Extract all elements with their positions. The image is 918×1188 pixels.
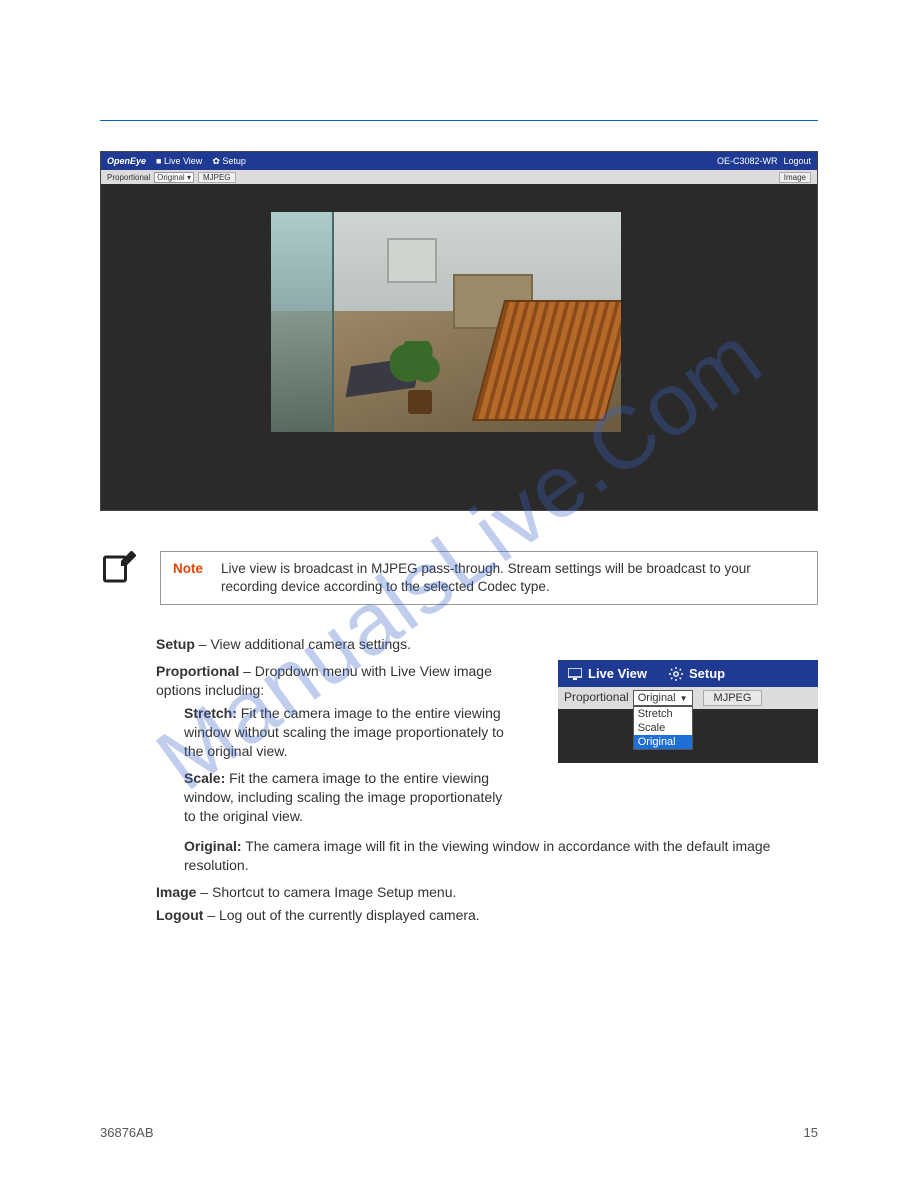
logout-line: Logout – Log out of the currently displa… <box>156 906 818 925</box>
option-stretch[interactable]: Stretch <box>634 707 692 721</box>
stretch-line: Stretch: Fit the camera image to the ent… <box>184 704 514 761</box>
inset-proportional-label: Proportional <box>564 690 629 704</box>
image-line: Image – Shortcut to camera Image Setup m… <box>156 883 818 902</box>
inset-nav-setup[interactable]: Setup <box>669 666 725 681</box>
original-line: Original: The camera image will fit in t… <box>184 837 818 875</box>
note-text: Live view is broadcast in MJPEG pass-thr… <box>221 560 805 596</box>
inset-toolbar: Proportional Original▼ Stretch Scale Ori… <box>558 687 818 709</box>
page-number: 15 <box>804 1125 818 1140</box>
mjpeg-button[interactable]: MJPEG <box>198 172 236 183</box>
image-button[interactable]: Image <box>779 172 811 183</box>
app-titlebar: OpenEye ■ Live View ✿ Setup OE-C3082-WR … <box>101 152 817 170</box>
setup-line: Setup – View additional camera settings. <box>156 635 818 654</box>
edit-icon <box>100 551 136 590</box>
model-label: OE-C3082-WR <box>717 156 778 166</box>
monitor-icon <box>568 668 582 680</box>
app-screenshot: OpenEye ■ Live View ✿ Setup OE-C3082-WR … <box>100 151 818 511</box>
doc-id: 36876AB <box>100 1125 154 1140</box>
nav-live-view[interactable]: ■ Live View <box>156 156 202 166</box>
proportional-label: Proportional <box>107 173 150 182</box>
logout-link[interactable]: Logout <box>783 156 811 166</box>
camera-view <box>271 212 621 432</box>
nav-setup[interactable]: ✿ Setup <box>212 156 246 167</box>
option-scale[interactable]: Scale <box>634 721 692 735</box>
note-box: Note Live view is broadcast in MJPEG pas… <box>160 551 818 605</box>
option-original[interactable]: Original <box>634 735 692 749</box>
inset-proportional-dropdown[interactable]: Stretch Scale Original <box>633 706 693 750</box>
inset-screenshot: Live View Setup Proportional Original▼ <box>558 660 818 763</box>
header-rule <box>100 120 818 121</box>
gear-icon <box>669 667 683 681</box>
app-toolbar: Proportional Original ▾ MJPEG Image <box>101 170 817 184</box>
note-label: Note <box>173 560 203 596</box>
inset-nav-live[interactable]: Live View <box>568 666 647 681</box>
inset-titlebar: Live View Setup <box>558 660 818 687</box>
brand-logo: OpenEye <box>107 156 146 166</box>
inset-mjpeg-button[interactable]: MJPEG <box>703 690 763 706</box>
proportional-line: Proportional – Dropdown menu with Live V… <box>156 662 538 700</box>
proportional-select[interactable]: Original ▾ <box>154 172 194 183</box>
inset-proportional-select[interactable]: Original▼ <box>633 690 693 706</box>
scale-line: Scale: Fit the camera image to the entir… <box>184 769 514 826</box>
